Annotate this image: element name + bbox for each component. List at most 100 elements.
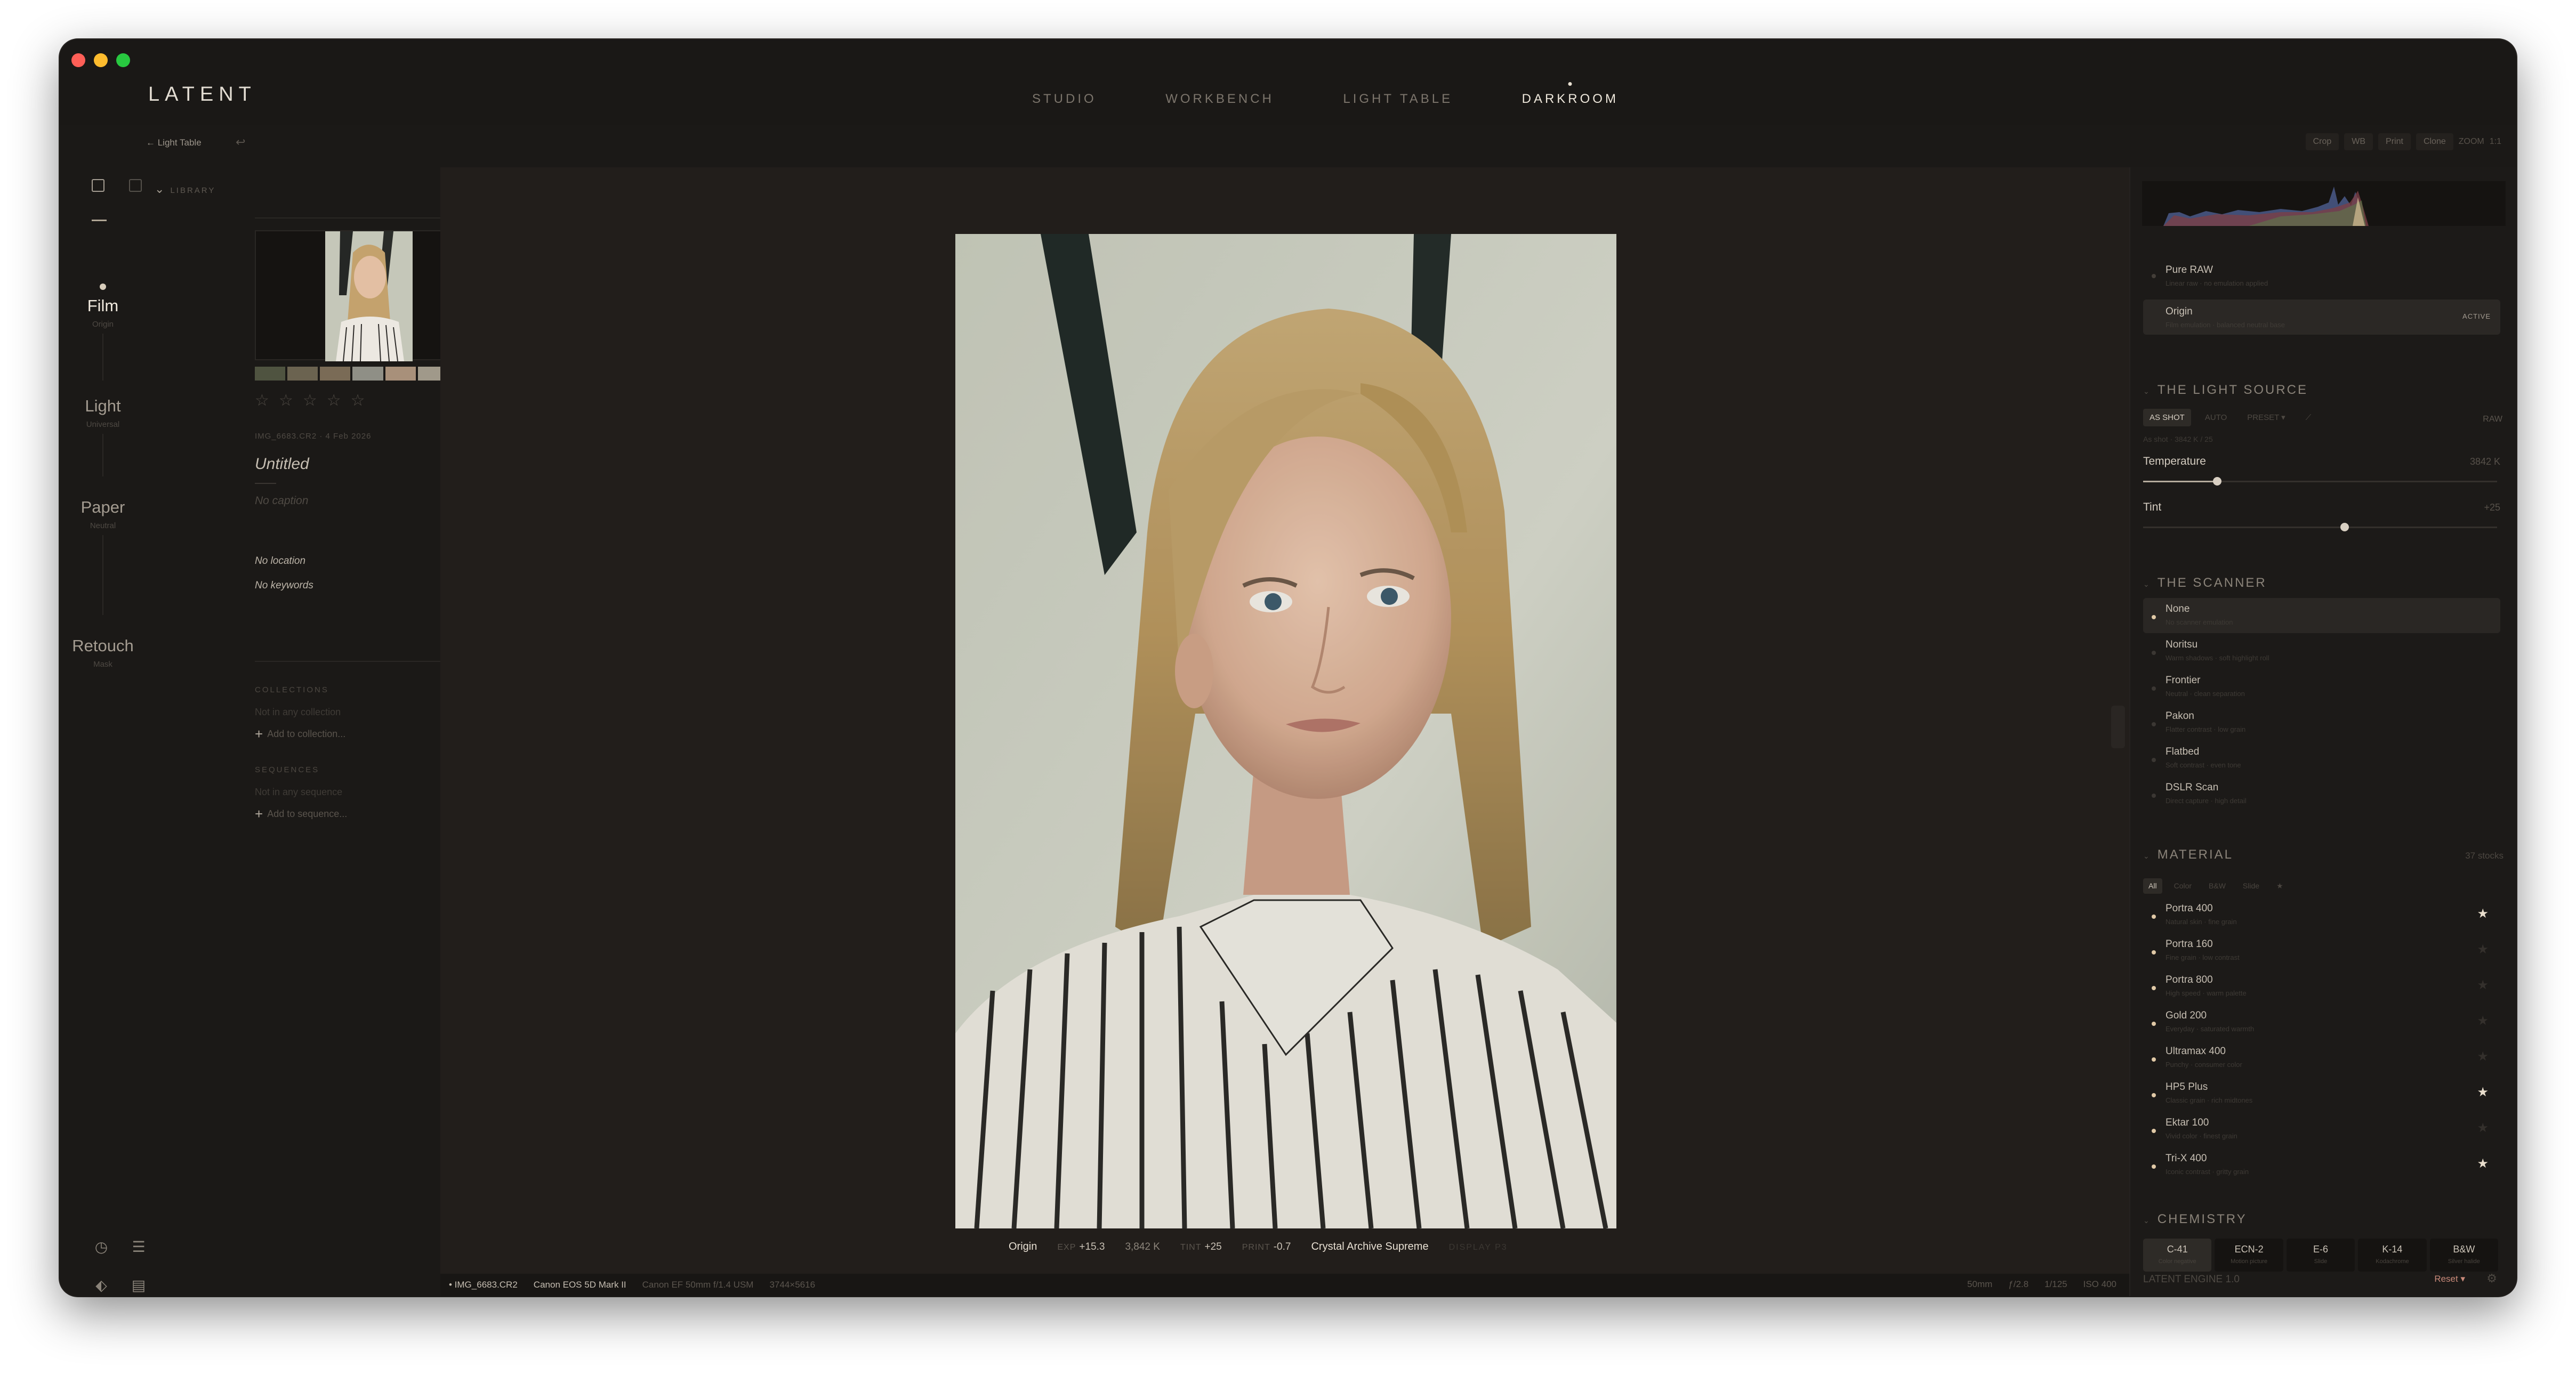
tag-icon[interactable]: ⬖: [92, 1276, 111, 1295]
film-stock-item[interactable]: Portra 800 High speed · warm palette ★: [2143, 969, 2500, 1004]
paper-name[interactable]: Crystal Archive Supreme: [1311, 1241, 1428, 1253]
slider-thumb[interactable]: [2213, 477, 2222, 486]
film-icon[interactable]: ▤: [129, 1276, 148, 1295]
sliders-icon[interactable]: ☰: [129, 1237, 148, 1257]
chemistry-process-selector: C-41 Color negative ECN-2 Motion picture E-6…: [2143, 1239, 2499, 1272]
single-view-icon[interactable]: [92, 179, 104, 192]
sequences-label: SEQUENCES: [255, 765, 320, 774]
main-photo[interactable]: [955, 234, 1616, 1228]
film-stock-item[interactable]: Portra 160 Fine grain · low contrast ★: [2143, 933, 2500, 968]
slider-thumb[interactable]: [2340, 523, 2349, 531]
library-header[interactable]: ⌄ LIBRARY: [155, 182, 215, 196]
process-e-6[interactable]: E-6 Slide: [2286, 1239, 2355, 1272]
eyedropper-icon[interactable]: ⟋: [2299, 409, 2318, 426]
light-source-header[interactable]: ⌄ THE LIGHT SOURCE: [2143, 383, 2308, 398]
favorite-star-icon[interactable]: ★: [2477, 1049, 2489, 1064]
wb-preset-dropdown[interactable]: PRESET ▾: [2241, 408, 2291, 426]
scanner-option[interactable]: DSLR Scan Direct capture · high detail: [2143, 777, 2500, 812]
favorite-star-icon[interactable]: ★: [2477, 1013, 2489, 1029]
star-icon[interactable]: ☆: [327, 391, 341, 410]
process-sub: Slide: [2314, 1258, 2328, 1265]
zoom-value[interactable]: 1:1: [2490, 137, 2501, 147]
crop-button[interactable]: Crop: [2305, 133, 2339, 150]
mode-tab-workbench[interactable]: WORKBENCH: [1165, 92, 1274, 107]
image-canvas[interactable]: Origin EXP +15.3 3,842 K TINT +25 PRINT -0.…: [440, 167, 2129, 1296]
film-stock-item[interactable]: Ektar 100 Vivid color · finest grain ★: [2143, 1112, 2500, 1147]
preset-pure-raw[interactable]: Pure RAW Linear raw · no emulation appli…: [2143, 258, 2500, 293]
tint-slider[interactable]: [2143, 523, 2497, 531]
stage-retouch[interactable]: Retouch Mask: [60, 636, 146, 669]
material-header[interactable]: ⌄ MATERIAL: [2143, 847, 2233, 862]
filter-all-tab[interactable]: All: [2143, 878, 2162, 894]
process-name: C-41: [2167, 1244, 2188, 1255]
mode-tab-light-table[interactable]: LIGHT TABLE: [1343, 92, 1453, 107]
temperature-slider[interactable]: [2143, 477, 2497, 486]
filter-slide-tab[interactable]: Slide: [2237, 878, 2265, 894]
favorite-star-icon[interactable]: ★: [2477, 1120, 2489, 1136]
mode-tab-studio[interactable]: STUDIO: [1032, 92, 1097, 107]
minimize-window-button[interactable]: [94, 53, 108, 67]
close-window-button[interactable]: [71, 53, 85, 67]
preset-name[interactable]: Origin: [1009, 1241, 1037, 1253]
film-stock-item[interactable]: Ultramax 400 Punchy · consumer color ★: [2143, 1040, 2500, 1075]
process-c-41[interactable]: C-41 Color negative: [2143, 1239, 2212, 1272]
process-ecn-2[interactable]: ECN-2 Motion picture: [2215, 1239, 2283, 1272]
stock-name: Ektar 100: [2166, 1117, 2209, 1128]
rating-stars[interactable]: ☆ ☆ ☆ ☆ ☆: [255, 391, 365, 410]
reset-dropdown[interactable]: Reset ▾: [2434, 1274, 2465, 1284]
film-stock-item[interactable]: Tri-X 400 Iconic contrast · gritty grain ★: [2143, 1147, 2500, 1183]
filter-bw-tab[interactable]: B&W: [2203, 878, 2231, 894]
chemistry-header[interactable]: ⌄ CHEMISTRY: [2143, 1212, 2247, 1227]
star-icon[interactable]: ☆: [279, 391, 293, 410]
favorite-star-icon[interactable]: ★: [2477, 906, 2489, 921]
grid-view-icon[interactable]: [129, 179, 142, 192]
undo-icon[interactable]: ↩: [236, 135, 245, 149]
scanner-option[interactable]: Pakon Flatter contrast · low grain: [2143, 705, 2500, 740]
scanner-option[interactable]: Flatbed Soft contrast · even tone: [2143, 741, 2500, 776]
back-to-light-table-link[interactable]: ← Light Table: [146, 138, 202, 148]
light-source-title: THE LIGHT SOURCE: [2157, 383, 2308, 397]
wb-auto-tab[interactable]: AUTO: [2199, 409, 2233, 426]
print-button[interactable]: Print: [2378, 133, 2411, 150]
favorite-star-icon[interactable]: ★: [2477, 1085, 2489, 1100]
gear-icon[interactable]: ⚙: [2486, 1272, 2497, 1285]
history-icon[interactable]: ◷: [92, 1237, 111, 1257]
add-to-collection-link[interactable]: + Add to collection...: [255, 726, 345, 742]
panel-collapse-handle[interactable]: [2111, 706, 2125, 748]
film-stock-item[interactable]: HP5 Plus Classic grain · rich midtones ★: [2143, 1076, 2500, 1111]
wb-as-shot-tab[interactable]: AS SHOT: [2143, 408, 2191, 426]
filter-favorites-tab[interactable]: ★: [2271, 878, 2289, 894]
mode-tab-darkroom[interactable]: DARKROOM: [1522, 92, 1619, 107]
tint-value[interactable]: +25: [2484, 502, 2500, 513]
stage-paper[interactable]: Paper Neutral: [60, 498, 146, 530]
filter-color-tab[interactable]: Color: [2169, 878, 2197, 894]
star-icon[interactable]: ☆: [351, 391, 365, 410]
scanner-option[interactable]: None No scanner emulation: [2143, 598, 2500, 633]
material-filter-tabs: All Color B&W Slide ★: [2143, 878, 2289, 894]
favorite-star-icon[interactable]: ★: [2477, 1156, 2489, 1171]
location-field[interactable]: No location: [255, 555, 305, 567]
scanner-option[interactable]: Frontier Neutral · clean separation: [2143, 669, 2500, 705]
clone-button[interactable]: Clone: [2416, 133, 2453, 150]
star-icon[interactable]: ☆: [303, 391, 317, 410]
star-icon[interactable]: ☆: [255, 391, 269, 410]
zoom-window-button[interactable]: [116, 53, 130, 67]
temperature-value[interactable]: 3842 K: [2470, 456, 2500, 467]
photo-title-field[interactable]: Untitled: [255, 455, 309, 473]
white-balance-button[interactable]: WB: [2344, 133, 2373, 150]
preset-origin[interactable]: Origin Film emulation · balanced neutral…: [2143, 300, 2500, 335]
keywords-field[interactable]: No keywords: [255, 580, 313, 592]
film-stock-item[interactable]: Gold 200 Everyday · saturated warmth ★: [2143, 1005, 2500, 1040]
film-stock-item[interactable]: Portra 400 Natural skin · fine grain ★: [2143, 897, 2500, 933]
scanner-option[interactable]: Noritsu Warm shadows · soft highlight rol…: [2143, 634, 2500, 669]
caption-field[interactable]: No caption: [255, 495, 308, 507]
status-dimensions: 3744×5616: [769, 1280, 816, 1290]
stage-light[interactable]: Light Universal: [60, 397, 146, 429]
scanner-header[interactable]: ⌄ THE SCANNER: [2143, 576, 2267, 591]
favorite-star-icon[interactable]: ★: [2477, 942, 2489, 957]
process-b-w[interactable]: B&W Silver halide: [2429, 1239, 2499, 1272]
add-to-sequence-link[interactable]: + Add to sequence...: [255, 806, 347, 822]
process-k-14[interactable]: K-14 Kodachrome: [2358, 1239, 2427, 1272]
favorite-star-icon[interactable]: ★: [2477, 977, 2489, 993]
stage-film[interactable]: Film Origin: [60, 284, 146, 329]
